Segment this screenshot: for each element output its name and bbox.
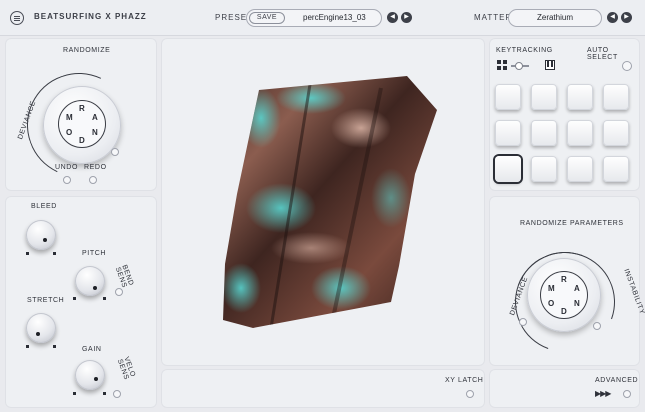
matter-selector[interactable]: Zerathium	[508, 9, 602, 27]
keytracking-pad[interactable]	[531, 120, 557, 146]
advanced-panel: ADVANCED ▶▶▶	[489, 369, 640, 408]
preset-prev-button[interactable]: ◀	[387, 12, 398, 23]
stretch-knob[interactable]	[26, 313, 56, 343]
preset-selector[interactable]: SAVE percEngine13_03	[246, 9, 382, 27]
keytracking-pad[interactable]	[531, 84, 557, 110]
matter-next-button[interactable]: ▶	[621, 12, 632, 23]
dial-letter-r: R	[561, 275, 567, 284]
keytracking-pad[interactable]	[603, 120, 629, 146]
pitch-label: PITCH	[82, 250, 106, 257]
matter-label: MATTER	[474, 13, 513, 22]
auto-select-toggle[interactable]	[622, 61, 632, 71]
tick-mark	[73, 297, 76, 300]
keytracking-slider-handle[interactable]	[515, 62, 523, 70]
tick-mark	[53, 345, 56, 348]
knob-indicator	[43, 238, 47, 242]
chevron-left-icon: ◀	[610, 14, 615, 20]
keytracking-pad[interactable]	[531, 156, 557, 182]
knobs-panel: BLEED PITCH BEND SENS STRETCH GAIN VELO …	[5, 196, 157, 408]
advanced-label: ADVANCED	[595, 377, 639, 384]
undo-button[interactable]	[63, 176, 71, 184]
top-bar: BEATSURFING X PHAZZ PRESET SAVE percEngi…	[0, 0, 645, 36]
gain-label: GAIN	[82, 346, 102, 353]
dial-letter-r: R	[79, 104, 85, 113]
keytracking-panel: KEYTRACKING AUTO SELECT	[489, 38, 640, 191]
keytracking-pad[interactable]	[495, 84, 521, 110]
chevron-left-icon: ◀	[390, 14, 395, 20]
keytracking-pad[interactable]	[495, 156, 521, 182]
randomize-dial-face: R A N D O M	[540, 271, 588, 319]
velo-sens-label: VELO SENS	[115, 356, 137, 381]
stretch-label: STRETCH	[27, 297, 65, 304]
advanced-toggle[interactable]	[623, 390, 631, 398]
dial-letter-m: M	[548, 284, 555, 293]
dial-letter-d: D	[79, 136, 85, 145]
matter-prev-button[interactable]: ◀	[607, 12, 618, 23]
xy-latch-toggle[interactable]	[466, 390, 474, 398]
dial-letter-o: O	[548, 299, 555, 308]
randomize-button[interactable]: R A N D O M	[43, 86, 121, 164]
brand-title: BEATSURFING X PHAZZ	[34, 12, 147, 21]
randomize-title: RANDOMIZE	[63, 47, 111, 54]
undo-label: UNDO	[55, 164, 79, 171]
instability-label: INSTABILITY	[622, 268, 645, 316]
keytracking-pad[interactable]	[567, 156, 593, 182]
preset-name[interactable]: percEngine13_03	[303, 13, 366, 22]
keytracking-pad[interactable]	[603, 84, 629, 110]
tick-mark	[73, 392, 76, 395]
advanced-arrows-icon[interactable]: ▶▶▶	[595, 389, 612, 398]
tick-mark	[26, 252, 29, 255]
tick-mark	[103, 392, 106, 395]
menu-icon[interactable]	[10, 11, 24, 25]
bleed-label: BLEED	[31, 203, 57, 210]
knob-indicator	[94, 377, 98, 381]
keytracking-pad[interactable]	[567, 120, 593, 146]
deviance-handle[interactable]	[111, 148, 119, 156]
dial-letter-n: N	[92, 128, 98, 137]
randomize-parameters-title: RANDOMIZE PARAMETERS	[520, 220, 624, 227]
matter-object[interactable]	[161, 38, 485, 366]
auto-select-label: AUTO SELECT	[587, 47, 618, 61]
matter-visual-panel[interactable]	[161, 38, 485, 366]
instability-handle[interactable]	[593, 322, 601, 330]
deviance-handle[interactable]	[519, 318, 527, 326]
grid-icon[interactable]	[497, 60, 507, 70]
keytracking-pad[interactable]	[603, 156, 629, 182]
knob-indicator	[36, 332, 40, 336]
chevron-right-icon: ▶	[624, 14, 629, 20]
preset-next-button[interactable]: ▶	[401, 12, 412, 23]
tick-mark	[26, 345, 29, 348]
gain-knob[interactable]	[75, 360, 105, 390]
randomize-dial-face: R A N D O M	[58, 100, 106, 148]
bleed-knob[interactable]	[26, 220, 56, 250]
knob-indicator	[93, 286, 97, 290]
velo-sens-handle[interactable]	[113, 390, 121, 398]
randomize-panel: RANDOMIZE DEVIANCE R A N D O M UNDO REDO	[5, 38, 157, 192]
redo-label: REDO	[84, 164, 107, 171]
pitch-knob[interactable]	[75, 266, 105, 296]
dial-letter-o: O	[66, 128, 73, 137]
dial-letter-n: N	[574, 299, 580, 308]
randomize-parameters-panel: RANDOMIZE PARAMETERS DEVIANCE INSTABILIT…	[489, 196, 645, 369]
randomize-parameters-button[interactable]: R A N D O M	[527, 258, 601, 332]
xy-latch-panel: XY LATCH	[161, 369, 485, 408]
xy-latch-label: XY LATCH	[445, 377, 484, 384]
chevron-right-icon: ▶	[404, 14, 409, 20]
tick-mark	[103, 297, 106, 300]
save-button[interactable]: SAVE	[249, 12, 285, 24]
dial-letter-a: A	[92, 113, 98, 122]
dial-letter-d: D	[561, 307, 567, 316]
piano-keys-icon[interactable]	[545, 60, 555, 70]
bend-sens-handle[interactable]	[115, 288, 123, 296]
keytracking-pad[interactable]	[495, 120, 521, 146]
dial-letter-m: M	[66, 113, 73, 122]
dial-letter-a: A	[574, 284, 580, 293]
keytracking-title: KEYTRACKING	[496, 47, 553, 54]
redo-button[interactable]	[89, 176, 97, 184]
tick-mark	[53, 252, 56, 255]
keytracking-pad[interactable]	[567, 84, 593, 110]
